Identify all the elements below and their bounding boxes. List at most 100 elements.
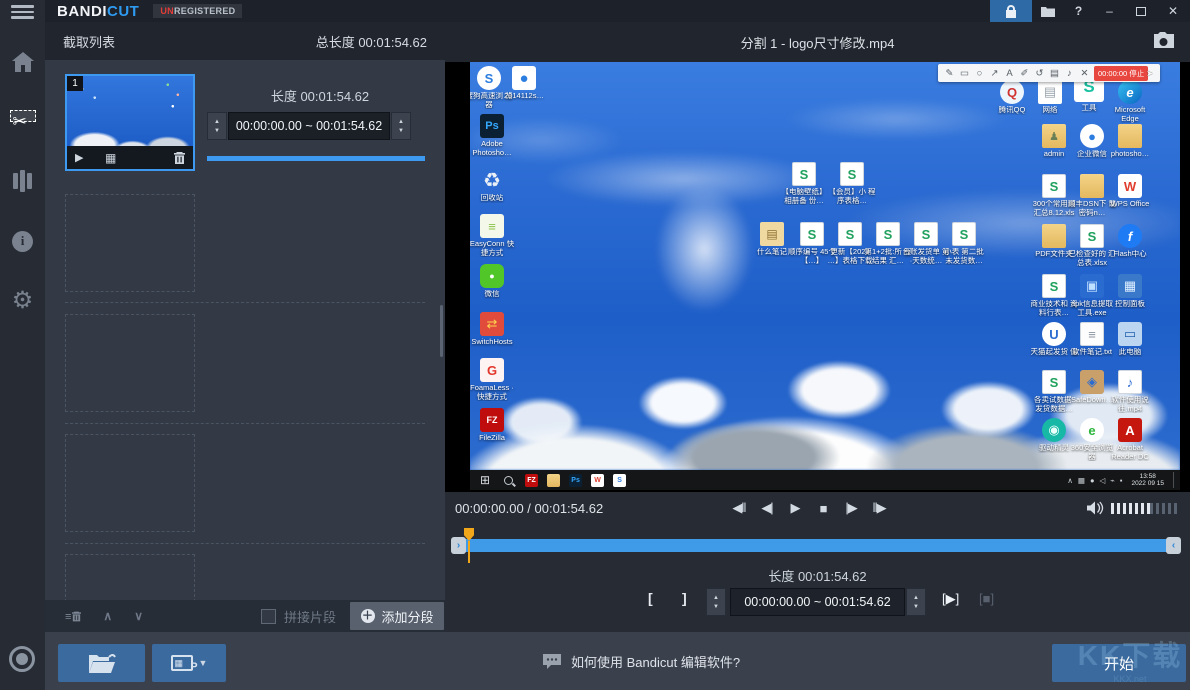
greendoc-icon: S — [1042, 274, 1066, 298]
empty-clip-slot — [65, 434, 195, 532]
close-button[interactable]: ✕ — [1156, 0, 1190, 22]
set-end-button[interactable]: ] — [682, 590, 687, 606]
clip-delete-button[interactable] — [174, 152, 185, 164]
clip-range-stepper-left[interactable]: ▲▼ — [207, 112, 227, 140]
volume-slider[interactable] — [1111, 503, 1180, 514]
playhead-marker[interactable] — [464, 528, 474, 564]
bottom-bar: ▦P ▼ 如何使用 Bandicut 编辑软件? 开始 KK下载 KKX.net — [45, 632, 1190, 690]
desktop-icon: WWPS Office — [1107, 174, 1153, 209]
folder-icon — [1080, 174, 1104, 198]
recycle-icon: ♻ — [480, 168, 504, 192]
stop-segment-button: [■] — [979, 591, 994, 606]
video-title: 分割 1 - logo尺寸修改.mp4 — [741, 33, 895, 52]
help-link[interactable]: 如何使用 Bandicut 编辑软件? — [543, 646, 740, 676]
segment-range-field[interactable]: 00:00:00.00 ~ 00:01:54.62 — [730, 588, 905, 616]
settings-button[interactable]: ⚙ — [0, 279, 45, 323]
play-segment-button[interactable]: [▶] — [942, 591, 959, 607]
desktop-icon: AAcrobat Reader DC — [1107, 418, 1153, 461]
taskbar-app-icon: W — [591, 474, 604, 487]
tray-icon: ⌁ — [1110, 476, 1115, 485]
clip-range-stepper-right[interactable]: ▲▼ — [391, 112, 411, 140]
desktop-icons-layer: S搜狗高速浏 览器●2014112s…PsAdobe Photosho…♻回收站… — [470, 62, 1180, 490]
greendoc-icon: S — [792, 162, 816, 186]
trash-icon — [174, 152, 185, 164]
minimize-button[interactable]: – — [1094, 0, 1125, 22]
current-time: 00:00:00.00 / 00:01:54.62 — [455, 501, 603, 516]
desktop-icon: S【会员】小 程序表格… — [829, 162, 875, 205]
segment-stepper-right[interactable]: ▲▼ — [906, 588, 926, 616]
wechatwork-icon: ● — [1080, 124, 1104, 148]
clip-frames-button[interactable]: ▦ — [105, 151, 135, 165]
step-forward-button[interactable]: |▶ — [839, 500, 863, 516]
clip-list-toolbar: ≡ ∧ ∨ 拼接片段 ＋ 添加分段 — [45, 600, 445, 632]
clip-range-field[interactable]: 00:00:00.00 ~ 00:01:54.62 — [228, 112, 390, 140]
add-segment-button[interactable]: ＋ 添加分段 — [350, 602, 444, 630]
info-icon: i — [12, 231, 33, 252]
clip-item-1[interactable]: 1 ▶ ▦ — [65, 74, 195, 171]
step-back-button[interactable]: ◀| — [755, 500, 779, 516]
desktop-icon: S小表 第二批 未发货数… — [941, 222, 987, 265]
set-start-button[interactable]: [ — [648, 590, 653, 606]
fz-icon: FZ — [480, 408, 504, 432]
open-folder-icon — [87, 651, 117, 675]
timeline[interactable]: › ‹ — [445, 530, 1190, 560]
empty-clip-slot — [65, 194, 195, 292]
timeline-end-handle[interactable]: ‹ — [1166, 537, 1181, 554]
export-preset-button[interactable]: ▦P ▼ — [152, 644, 226, 682]
box-icon: ◈ — [1080, 370, 1104, 394]
play-button[interactable]: ▶ — [783, 500, 807, 516]
clip-list-panel: 截取列表 总长度 00:01:54.62 1 ▶ ▦ 长度 00:01:54.6… — [45, 22, 445, 600]
lock-button[interactable] — [990, 0, 1032, 22]
help-button[interactable]: ? — [1063, 0, 1094, 22]
taskbar-app-icon: S — [613, 474, 626, 487]
taskbar-clock: 13:58 2022 09 15 — [1131, 473, 1164, 488]
video-preview[interactable]: S搜狗高速浏 览器●2014112s…PsAdobe Photosho…♻回收站… — [445, 62, 1190, 492]
join-tab-button[interactable] — [0, 159, 45, 203]
desktop-icon-label: 此电脑 — [1106, 348, 1154, 357]
maximize-button[interactable] — [1125, 0, 1156, 22]
rec-tool-icon: ✐ — [1017, 68, 1032, 79]
segment-length-label: 长度 00:01:54.62 — [445, 566, 1190, 585]
pdf-icon: A — [1118, 418, 1142, 442]
home-button[interactable] — [0, 40, 45, 84]
desktop-icon: ♻回收站 — [470, 168, 515, 203]
show-desktop-icon — [1173, 472, 1176, 488]
desktop-icon: eMicrosoft Edge — [1107, 80, 1153, 123]
start-button[interactable]: 开始 — [1052, 644, 1186, 682]
record-button[interactable] — [9, 646, 35, 672]
wechat-icon: ● — [480, 264, 504, 288]
join-segments-checkbox[interactable] — [261, 609, 276, 624]
panel-icon: ▦ — [1118, 274, 1142, 298]
menu-icon[interactable] — [11, 5, 34, 19]
desktop-icon-label: EasyConn 快捷方式 — [470, 240, 516, 257]
greendoc-icon: S — [1042, 174, 1066, 198]
sogou-icon: S — [477, 66, 501, 90]
open-file-titlebar-button[interactable] — [1032, 0, 1063, 22]
clear-list-button[interactable]: ≡ — [65, 611, 81, 622]
panel-scrollbar[interactable] — [440, 305, 443, 357]
move-up-button[interactable]: ∧ — [103, 609, 112, 623]
snapshot-button[interactable] — [1152, 30, 1178, 52]
cut-tab-button[interactable]: ✂ — [0, 100, 45, 144]
desktop-icon-label: 软件使用说 往.mp4 — [1106, 396, 1154, 413]
empty-clip-slot — [65, 314, 195, 412]
title-bar: BANDICUT UNREGISTERED ? – ✕ — [45, 0, 1190, 22]
rec-tool-icon: ○ — [972, 68, 987, 79]
info-button[interactable]: i — [0, 219, 45, 263]
music-icon: ♪ — [1118, 370, 1142, 394]
player-panel: 分割 1 - logo尺寸修改.mp4 S搜狗高速浏 览器●2014112s…P… — [445, 22, 1190, 632]
speaker-icon[interactable] — [1087, 501, 1104, 515]
prev-frame-button[interactable]: ◀‖ — [727, 500, 751, 516]
next-frame-button[interactable]: ‖▶ — [867, 500, 891, 516]
pc-icon: ▭ — [1118, 322, 1142, 346]
stop-button[interactable]: ■ — [811, 500, 835, 516]
segment-stepper-left[interactable]: ▲▼ — [706, 588, 726, 616]
desktop-icon-label: photosho… — [1106, 150, 1154, 159]
desktop-icon-label: Adobe Photosho… — [470, 140, 516, 157]
desktop-icon: ♪ 软件使用说 往.mp4 — [1107, 370, 1153, 413]
left-rail: ✂ i ⚙ — [0, 0, 45, 690]
move-down-button[interactable]: ∨ — [134, 609, 143, 623]
open-file-button[interactable] — [58, 644, 145, 682]
clip-play-button[interactable]: ▶ — [75, 151, 105, 164]
desktop-icon-label: 小表 第二批 未发货数… — [940, 248, 988, 265]
